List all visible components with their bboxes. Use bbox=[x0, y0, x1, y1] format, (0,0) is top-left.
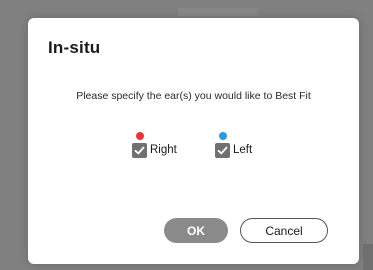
checkmark-icon bbox=[217, 146, 228, 155]
cancel-button[interactable]: Cancel bbox=[240, 218, 328, 243]
checkmark-icon bbox=[134, 146, 145, 155]
background-edge bbox=[363, 244, 373, 270]
dialog-title: In-situ bbox=[48, 38, 101, 57]
right-ear-checkbox[interactable] bbox=[132, 143, 147, 158]
background-window-hint bbox=[178, 8, 258, 16]
left-ear-indicator-dot bbox=[219, 132, 227, 140]
left-ear-checkbox[interactable] bbox=[215, 143, 230, 158]
in-situ-dialog: In-situ Please specify the ear(s) you wo… bbox=[28, 18, 359, 264]
dialog-message: Please specify the ear(s) you would like… bbox=[76, 90, 311, 102]
left-ear-label: Left bbox=[233, 144, 253, 156]
right-ear-label: Right bbox=[150, 144, 177, 156]
ok-button[interactable]: OK bbox=[164, 218, 228, 243]
right-ear-indicator-dot bbox=[136, 132, 144, 140]
